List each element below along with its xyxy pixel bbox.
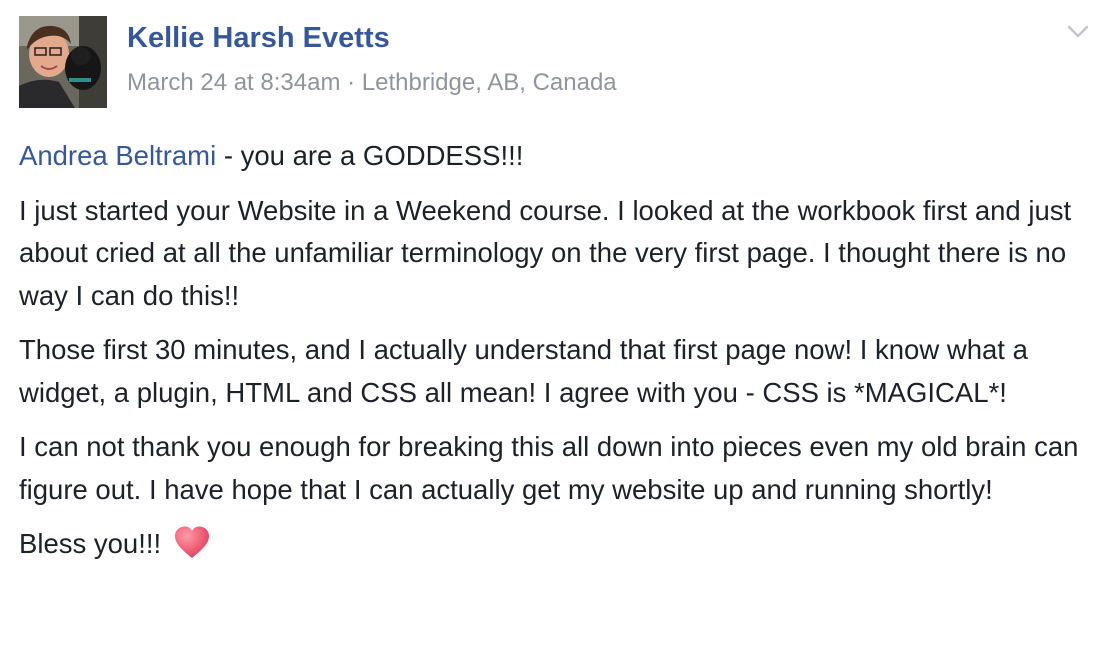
post-timestamp[interactable]: March 24 at 8:34am xyxy=(127,69,340,96)
post-paragraph: I can not thank you enough for breaking … xyxy=(19,431,1079,505)
avatar[interactable] xyxy=(19,16,107,108)
closing-text: Bless you!!! xyxy=(19,528,162,559)
greeting-text: - you are a GODDESS!!! xyxy=(216,140,524,171)
post-paragraph: I just started your Website in a Weekend… xyxy=(19,194,1072,311)
meta-separator: · xyxy=(340,69,362,96)
post-location[interactable]: Lethbridge, AB, Canada xyxy=(362,69,617,96)
facebook-post: Kellie Harsh Evetts March 24 at 8:34am ·… xyxy=(0,0,1106,671)
mention-link[interactable]: Andrea Beltrami xyxy=(19,140,216,171)
author-name[interactable]: Kellie Harsh Evetts xyxy=(127,22,390,55)
post-paragraph: Bless you!!! xyxy=(19,523,1089,566)
heart-icon xyxy=(173,525,211,561)
post-paragraph: Andrea Beltrami - you are a GODDESS!!! xyxy=(19,135,1089,178)
avatar-photo xyxy=(19,16,107,108)
post-paragraph: Those first 30 minutes, and I actually u… xyxy=(19,334,1028,408)
chevron-down-icon[interactable] xyxy=(1066,23,1090,41)
post-meta: March 24 at 8:34am · Lethbridge, AB, Can… xyxy=(127,69,617,97)
post-body: Andrea Beltrami - you are a GODDESS!!! I… xyxy=(19,135,1089,578)
